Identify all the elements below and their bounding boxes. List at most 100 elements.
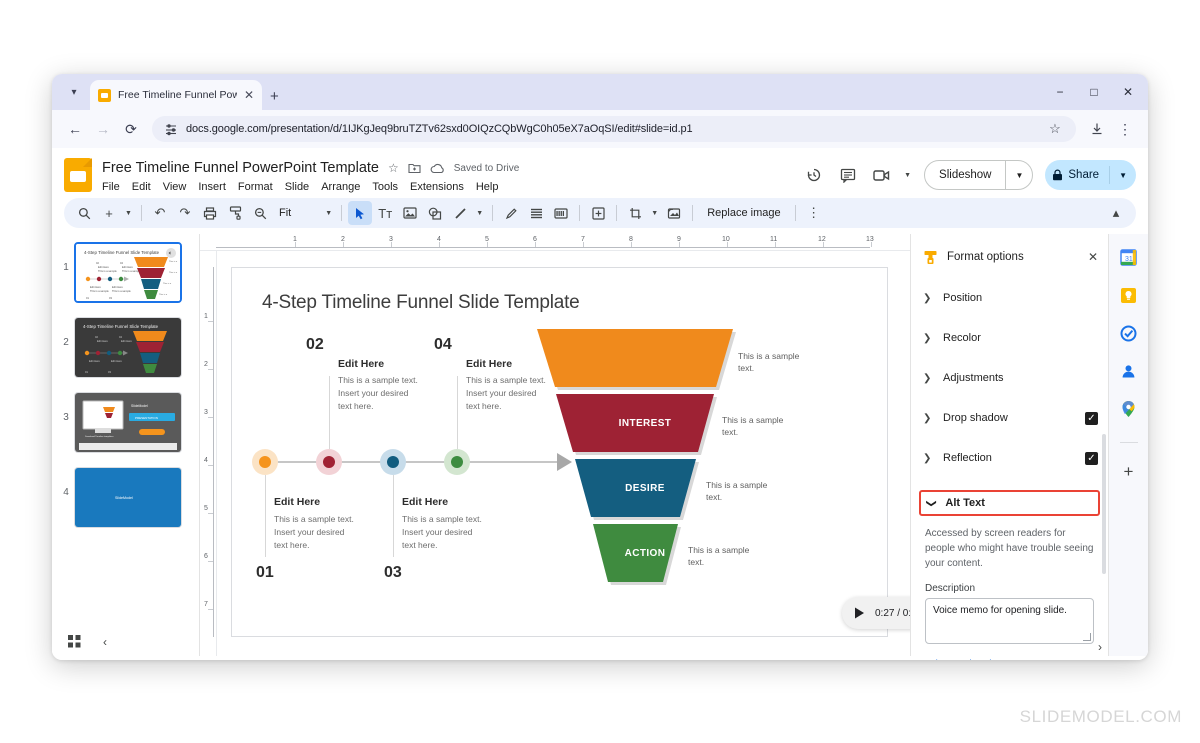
crop-icon[interactable]: [623, 201, 647, 225]
keep-icon[interactable]: [1120, 286, 1138, 304]
line-dropdown-icon[interactable]: ▼: [473, 201, 486, 225]
more-options-icon[interactable]: ⋮: [802, 201, 826, 225]
new-tab-button[interactable]: +: [270, 89, 279, 104]
move-to-folder-icon[interactable]: [408, 162, 421, 174]
close-window-button[interactable]: ✕: [1112, 80, 1144, 104]
slide-title[interactable]: 4-Step Timeline Funnel Slide Template: [262, 292, 580, 314]
collapse-filmstrip-icon[interactable]: ‹: [103, 635, 107, 649]
calendar-icon[interactable]: 31: [1120, 248, 1138, 266]
meet-camera-icon[interactable]: [867, 160, 897, 190]
textbox-icon[interactable]: Tт: [373, 201, 397, 225]
funnel-note-3[interactable]: This is a sample text.: [706, 479, 776, 504]
menu-insert[interactable]: Insert: [198, 181, 226, 193]
timeline-node-4[interactable]: [444, 449, 470, 475]
back-button[interactable]: ←: [62, 116, 88, 142]
print-icon[interactable]: [198, 201, 222, 225]
slideshow-dropdown-icon[interactable]: ▼: [1006, 171, 1032, 180]
comment-add-icon[interactable]: [586, 201, 610, 225]
timeline-node-2[interactable]: [316, 449, 342, 475]
step-body-02[interactable]: This is a sample text. Insert your desir…: [338, 374, 424, 412]
step-heading-03[interactable]: Edit Here: [402, 496, 448, 508]
menu-arrange[interactable]: Arrange: [321, 181, 360, 193]
download-icon[interactable]: [1084, 116, 1110, 142]
audio-player[interactable]: 0:27 / 0:27 ⋮: [842, 597, 910, 629]
vertical-ruler[interactable]: 1 2 3 4 5 6 7: [200, 251, 217, 656]
forward-button[interactable]: →: [90, 116, 116, 142]
undo-icon[interactable]: ↶: [148, 201, 172, 225]
format-section-drop-shadow[interactable]: ❯ Drop shadow ✓: [911, 408, 1108, 428]
share-dropdown-icon[interactable]: ▼: [1110, 171, 1136, 180]
close-icon[interactable]: ✕: [1088, 250, 1098, 264]
funnel-note-2[interactable]: This is a sample text.: [722, 414, 792, 439]
comment-icon[interactable]: [833, 160, 863, 190]
kebab-menu-icon[interactable]: ⋮: [1112, 116, 1138, 142]
tab-close-icon[interactable]: ✕: [244, 89, 254, 101]
horizontal-ruler[interactable]: 1 2 3 4 5 6 7 8 9 10 11 12 13: [200, 234, 910, 251]
add-on-icon[interactable]: +: [1120, 462, 1138, 481]
zoom-level-value[interactable]: Fit: [273, 207, 297, 219]
menu-help[interactable]: Help: [476, 181, 499, 193]
new-slide-icon[interactable]: +: [97, 201, 121, 225]
slide-thumbnail-4[interactable]: SlideModel: [74, 467, 182, 528]
step-heading-02[interactable]: Edit Here: [338, 358, 384, 370]
browser-tab[interactable]: Free Timeline Funnel PowerPoin ✕: [90, 80, 262, 110]
filmstrip-item[interactable]: 1 4-Step Timeline Funnel Slide Template …: [52, 242, 199, 317]
menu-file[interactable]: File: [102, 181, 120, 193]
maps-icon[interactable]: [1120, 400, 1138, 418]
funnel-note-1[interactable]: This is a sample text.: [738, 350, 808, 375]
search-icon[interactable]: [72, 201, 96, 225]
replace-image-button[interactable]: Replace image: [699, 207, 788, 219]
menu-format[interactable]: Format: [238, 181, 273, 193]
step-heading-01[interactable]: Edit Here: [274, 496, 320, 508]
menu-view[interactable]: View: [163, 181, 187, 193]
menu-slide[interactable]: Slide: [285, 181, 309, 193]
funnel-graphic[interactable]: INTEREST DESIRE ACTION This is a sample …: [530, 324, 799, 624]
tab-search-icon[interactable]: ▾: [60, 78, 88, 106]
transition-icon[interactable]: [549, 201, 573, 225]
redo-icon[interactable]: ↷: [173, 201, 197, 225]
reflection-checkbox[interactable]: ✓: [1085, 451, 1098, 465]
maximize-button[interactable]: □: [1078, 80, 1110, 104]
zoom-icon[interactable]: [248, 201, 272, 225]
format-section-recolor[interactable]: ❯ Recolor: [911, 328, 1108, 348]
format-section-reflection[interactable]: ❯ Reflection ✓: [911, 448, 1108, 468]
format-section-position[interactable]: ❯ Position: [911, 288, 1108, 308]
tasks-icon[interactable]: [1120, 324, 1138, 342]
site-settings-icon[interactable]: [164, 122, 178, 136]
advanced-options-link[interactable]: Advanced options: [911, 644, 1108, 660]
step-body-03[interactable]: This is a sample text. Insert your desir…: [402, 513, 488, 551]
reload-button[interactable]: ⟳: [118, 116, 144, 142]
contacts-icon[interactable]: [1120, 362, 1138, 380]
share-button[interactable]: Share ▼: [1045, 160, 1136, 190]
expand-panel-icon[interactable]: ›: [1098, 640, 1102, 654]
version-history-icon[interactable]: [799, 160, 829, 190]
active-slide[interactable]: 4-Step Timeline Funnel Slide Template 02…: [231, 267, 910, 637]
play-icon[interactable]: [854, 607, 865, 619]
select-tool-icon[interactable]: [348, 201, 373, 225]
step-heading-04[interactable]: Edit Here: [466, 358, 512, 370]
star-icon[interactable]: ☆: [1046, 120, 1064, 138]
shape-icon[interactable]: [423, 201, 447, 225]
menu-extensions[interactable]: Extensions: [410, 181, 464, 193]
funnel-note-4[interactable]: This is a sample text.: [688, 544, 758, 569]
menu-tools[interactable]: Tools: [372, 181, 398, 193]
slide-thumbnail-3[interactable]: SlideModel PRESENTATION Download Timelin…: [74, 392, 182, 453]
filmstrip-item[interactable]: 3 SlideModel PRESENTATION Download Timel…: [52, 392, 199, 467]
panel-scrollbar[interactable]: [1102, 434, 1106, 574]
line-icon[interactable]: [448, 201, 472, 225]
zoom-dropdown-icon[interactable]: ▼: [322, 201, 335, 225]
timeline-node-3[interactable]: [380, 449, 406, 475]
address-bar[interactable]: docs.google.com/presentation/d/1IJKgJeq9…: [152, 116, 1076, 142]
star-doc-icon[interactable]: ☆: [388, 162, 399, 174]
timeline-node-1[interactable]: [252, 449, 278, 475]
filmstrip-item[interactable]: 4 SlideModel: [52, 467, 199, 542]
grid-view-icon[interactable]: [68, 635, 81, 648]
filmstrip-item[interactable]: 2 4-Step Timeline Funnel Slide Template: [52, 317, 199, 392]
slide-thumbnail-1[interactable]: 4-Step Timeline Funnel Slide Template 02…: [74, 242, 182, 303]
mask-reset-icon[interactable]: [662, 201, 686, 225]
crop-dropdown-icon[interactable]: ▼: [648, 201, 661, 225]
collapse-toolbar-icon[interactable]: ▴: [1104, 201, 1128, 225]
slide-thumbnail-2[interactable]: 4-Step Timeline Funnel Slide Template 02…: [74, 317, 182, 378]
meet-dropdown-icon[interactable]: ▼: [901, 163, 914, 187]
slideshow-button[interactable]: Slideshow ▼: [924, 160, 1034, 190]
